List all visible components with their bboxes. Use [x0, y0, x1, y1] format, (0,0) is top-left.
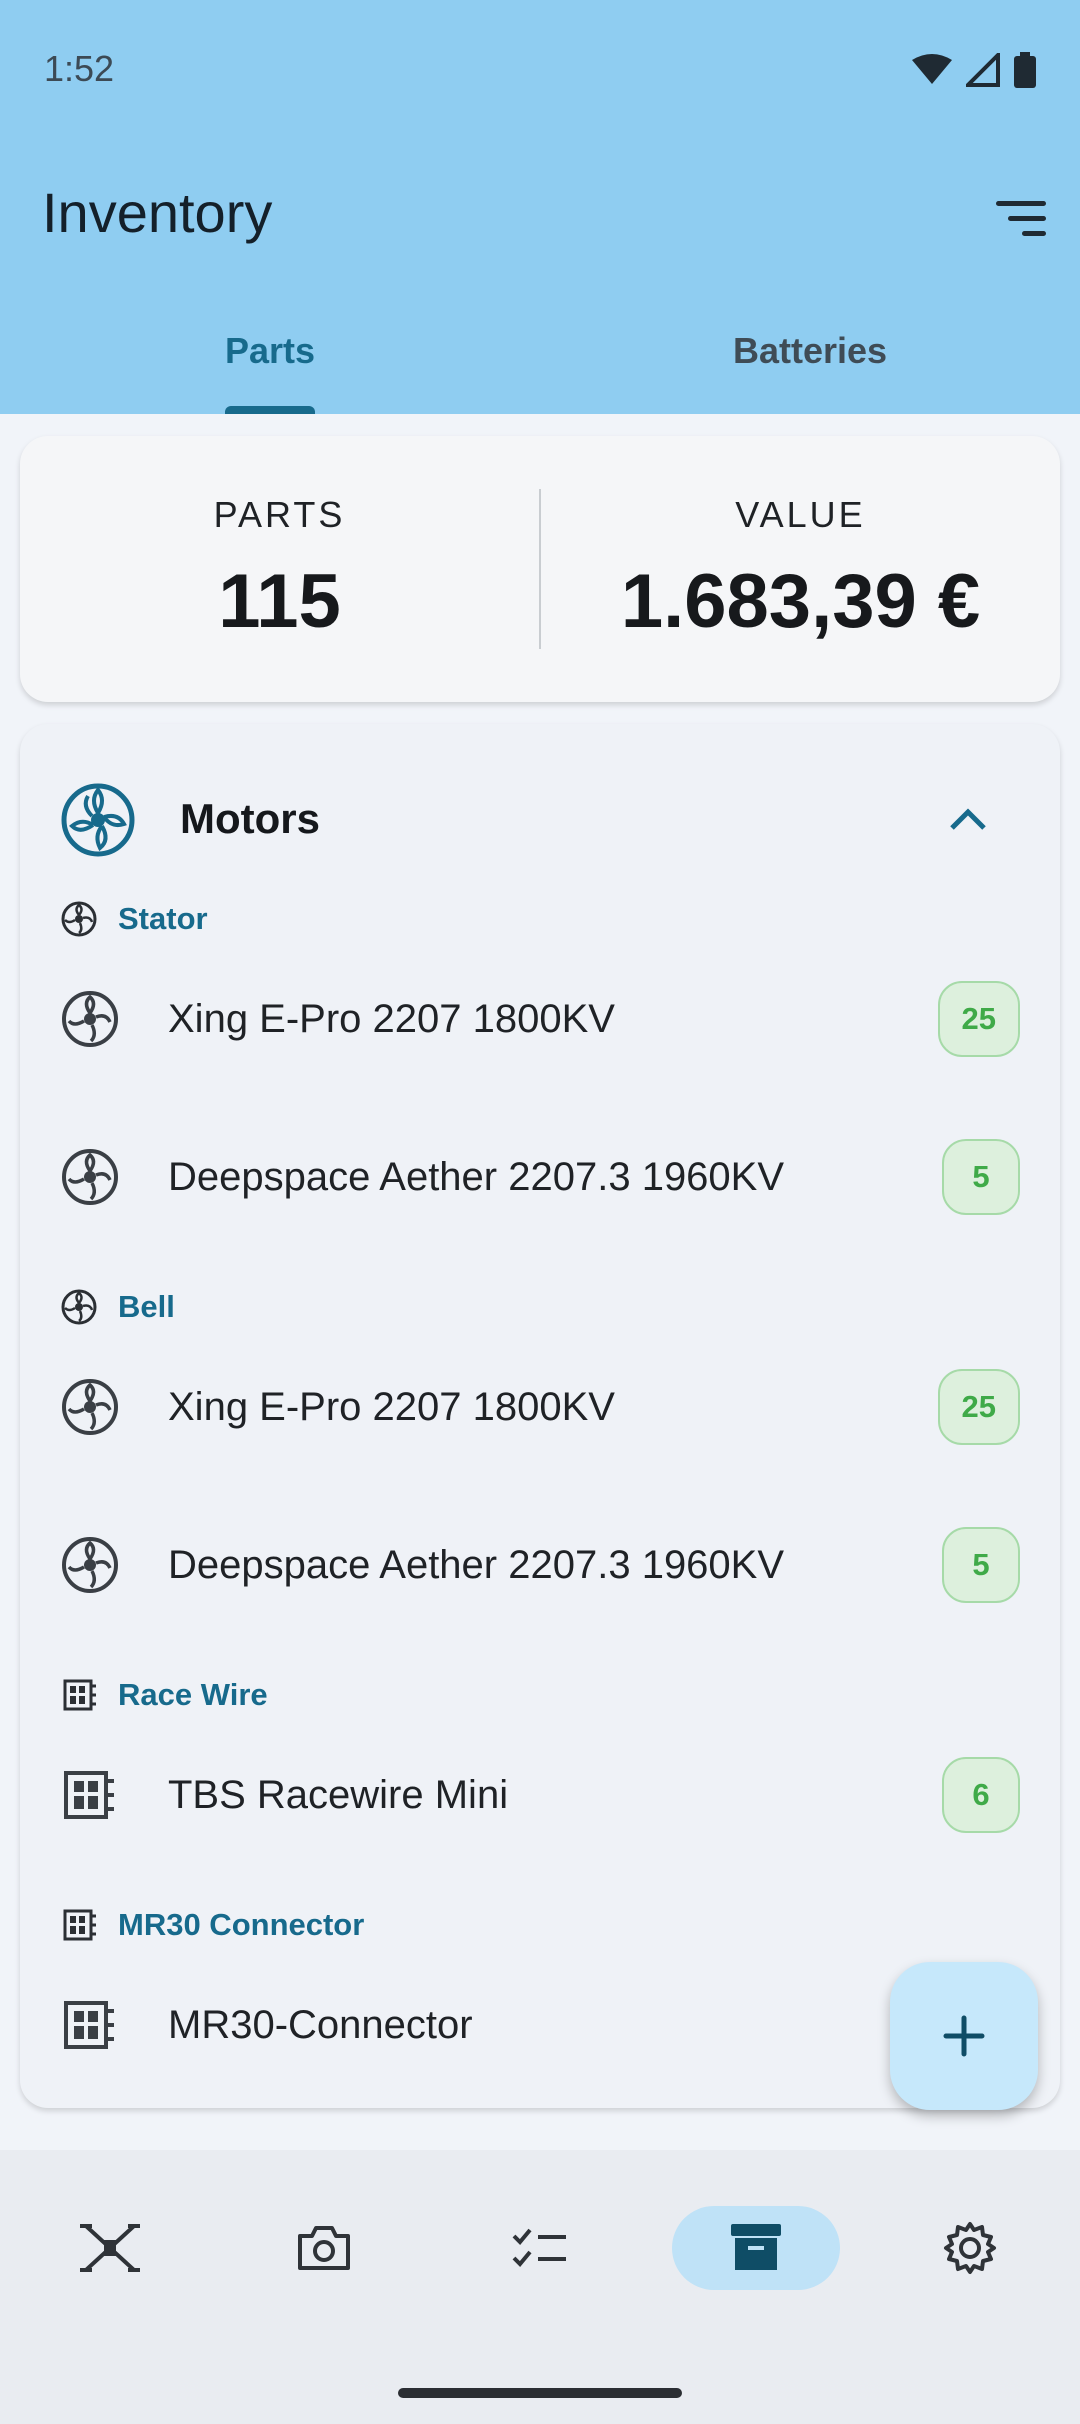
motor-icon	[62, 991, 118, 1047]
chip-icon	[63, 1909, 96, 1941]
group-header-stator: Stator	[60, 894, 208, 944]
tab-batteries[interactable]: Batteries	[540, 300, 1080, 414]
gear-icon	[944, 2222, 996, 2274]
motor-icon	[61, 901, 97, 937]
category-title: Motors	[180, 795, 320, 842]
camera-icon	[298, 2226, 350, 2270]
page-title: Inventory	[42, 181, 273, 244]
item-name: Deepspace Aether 2207.3 1960KV	[168, 1154, 785, 1199]
value-summary: VALUE 1.683,39 €	[541, 494, 1060, 645]
motor-icon	[61, 783, 135, 857]
group-header-mr30-connector: MR30 Connector	[60, 1900, 364, 1950]
cell-signal-icon	[966, 53, 1000, 87]
nav-drones[interactable]	[26, 2206, 194, 2290]
group-header-bell: Bell	[60, 1282, 175, 1332]
motor-icon	[62, 1149, 118, 1205]
motor-icon	[61, 1289, 97, 1325]
chevron-up-icon[interactable]	[948, 804, 988, 832]
count-badge: 25	[937, 1369, 1020, 1445]
list-item[interactable]: Deepspace Aether 2207.3 1960KV 5	[20, 1122, 1060, 1232]
plus-icon	[943, 2015, 985, 2057]
value-total: 1.683,39 €	[620, 558, 981, 644]
item-name: TBS Racewire Mini	[168, 1772, 509, 1817]
checklist-icon	[512, 2228, 566, 2267]
nav-settings[interactable]	[886, 2206, 1054, 2290]
parts-label: PARTS	[213, 493, 346, 535]
add-part-button[interactable]	[890, 1962, 1038, 2110]
group-header-race-wire: Race Wire	[60, 1670, 268, 1720]
parts-summary: PARTS 115	[20, 494, 539, 645]
group-label: Bell	[118, 1289, 175, 1324]
category-header[interactable]: Motors	[20, 764, 1060, 874]
top-app-bar: 1:52 Inventory Parts Batteries	[0, 0, 1080, 414]
list-item[interactable]: TBS Racewire Mini 6	[20, 1740, 1060, 1850]
item-name: Deepspace Aether 2207.3 1960KV	[168, 1542, 785, 1587]
archive-icon	[731, 2224, 781, 2270]
group-label: MR30 Connector	[118, 1907, 365, 1942]
chip-icon	[64, 2001, 114, 2049]
chip-icon	[63, 1679, 96, 1711]
value-label: VALUE	[735, 493, 866, 535]
list-item[interactable]: Xing E-Pro 2207 1800KV 25	[20, 964, 1060, 1074]
tab-indicator	[225, 406, 315, 414]
tab-batteries-label: Batteries	[732, 330, 888, 371]
sort-button[interactable]	[982, 190, 1046, 246]
nav-inventory[interactable]	[672, 2206, 840, 2290]
home-indicator	[398, 2388, 682, 2398]
motor-icon	[62, 1537, 118, 1593]
tab-parts[interactable]: Parts	[0, 300, 540, 414]
list-item[interactable]: Xing E-Pro 2207 1800KV 25	[20, 1352, 1060, 1462]
count-badge: 5	[942, 1139, 1020, 1215]
item-name: Xing E-Pro 2207 1800KV	[168, 996, 615, 1041]
tab-bar: Parts Batteries	[0, 300, 1080, 414]
nav-checklist[interactable]	[456, 2206, 624, 2290]
chip-icon	[64, 1771, 114, 1819]
group-label: Stator	[118, 901, 208, 936]
item-name: MR30-Connector	[168, 2002, 473, 2047]
drone-icon	[80, 2224, 140, 2272]
status-icons	[912, 52, 1036, 88]
sort-icon	[996, 200, 1046, 206]
group-label: Race Wire	[118, 1677, 268, 1712]
parts-count: 115	[218, 558, 341, 644]
battery-icon	[1014, 52, 1036, 88]
wifi-icon	[912, 54, 952, 84]
category-card-motors: Motors Stator Xing E-Pro 2207 1800KV 25 …	[20, 724, 1060, 2108]
nav-camera[interactable]	[240, 2206, 408, 2290]
count-badge: 25	[937, 981, 1020, 1057]
summary-card: PARTS 115 VALUE 1.683,39 €	[20, 436, 1060, 702]
count-badge: 6	[942, 1757, 1020, 1833]
item-name: Xing E-Pro 2207 1800KV	[168, 1384, 615, 1429]
tab-parts-label: Parts	[224, 330, 316, 371]
count-badge: 5	[942, 1527, 1020, 1603]
motor-icon	[62, 1379, 118, 1435]
status-time: 1:52	[44, 48, 115, 89]
bottom-navigation	[0, 2150, 1080, 2424]
list-item[interactable]: Deepspace Aether 2207.3 1960KV 5	[20, 1510, 1060, 1620]
